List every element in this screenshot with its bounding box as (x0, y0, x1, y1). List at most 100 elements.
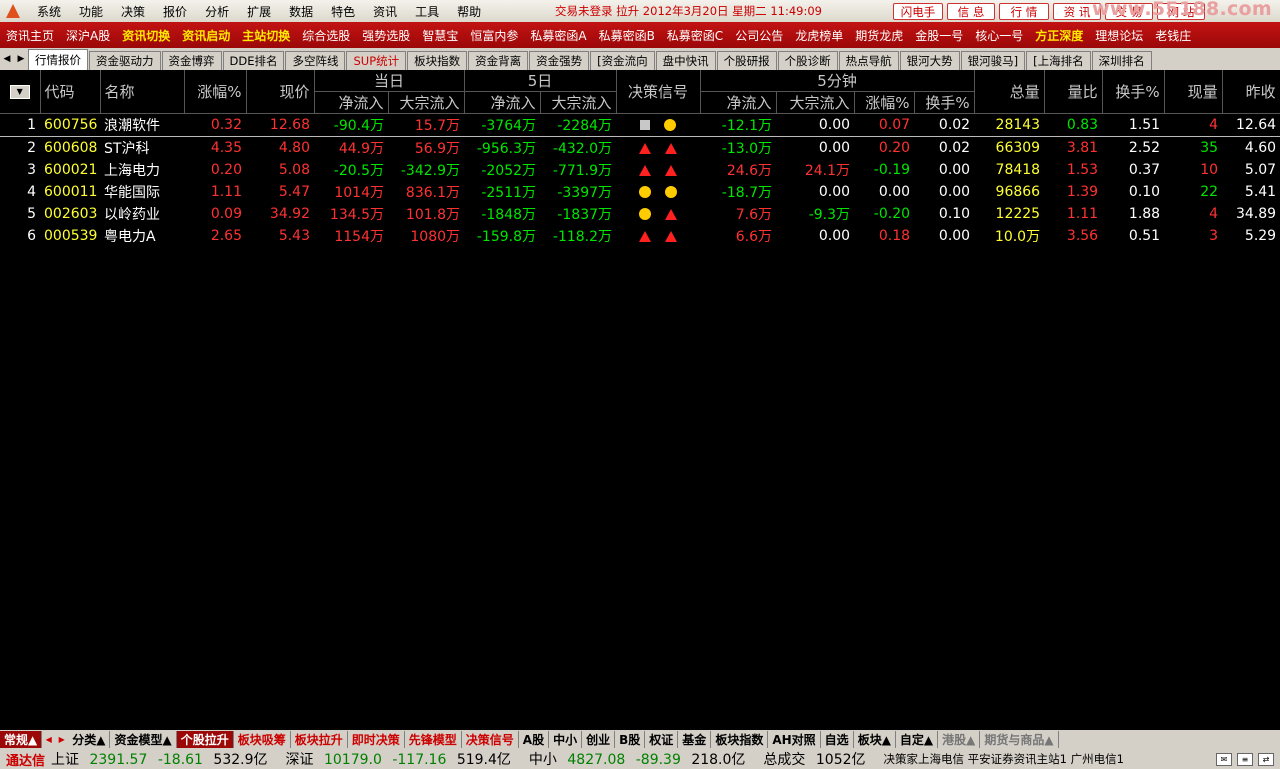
category-tab[interactable]: 常规▲ (0, 731, 43, 748)
toolbar-item[interactable]: 资讯启动 (176, 27, 236, 44)
index-sz[interactable]: 深证 10179.0 -117.16 519.4亿 (286, 749, 517, 769)
tab-item[interactable]: [资金流向 (590, 51, 655, 70)
col-prev-close[interactable]: 昨收 (1222, 70, 1280, 114)
tab-item[interactable]: 资金强势 (529, 51, 590, 70)
sort-dropdown-icon[interactable]: ▼ (9, 85, 30, 99)
toolbar-item[interactable]: 方正深度 (1029, 27, 1089, 44)
category-tab[interactable]: 自定▲ (896, 731, 939, 748)
category-tab[interactable]: 创业 (582, 731, 616, 748)
menu-item[interactable]: 分析 (196, 3, 238, 20)
col-5m-turnover[interactable]: 换手% (914, 91, 975, 114)
tab-item[interactable]: 板块指数 (407, 51, 468, 70)
col-name[interactable]: 名称 (100, 70, 185, 114)
col-price[interactable]: 现价 (246, 70, 315, 114)
table-row[interactable]: 3 600021 上海电力 0.20 5.08 -20.5万 -342.9万 -2052万 -7… (0, 159, 1280, 181)
tab-item[interactable]: SUP统计 (346, 51, 407, 70)
tab-item[interactable]: 盘中快讯 (655, 51, 716, 70)
connection-icon[interactable]: ⇄ (1258, 752, 1274, 766)
col-5m-block[interactable]: 大宗流入 (776, 91, 855, 114)
col-code[interactable]: 代码 (40, 70, 101, 114)
col-5d-block[interactable]: 大宗流入 (540, 91, 617, 114)
table-row[interactable]: 1 600756 浪潮软件 0.32 12.68 -90.4万 15.7万 -3764万 -22… (0, 113, 1280, 137)
toolbar-item[interactable]: 期货龙虎 (849, 27, 909, 44)
tab-item[interactable]: 资金博弈 (161, 51, 222, 70)
tab-item[interactable]: 热点导航 (838, 51, 899, 70)
toolbar-item[interactable]: 公司公告 (729, 27, 789, 44)
toolbar-item[interactable]: 龙虎榜单 (789, 27, 849, 44)
category-tab[interactable]: 个股拉升 (176, 731, 234, 748)
toolbar-item[interactable]: 智慧宝 (416, 27, 464, 44)
toolbar-item[interactable]: 恒富内参 (464, 27, 524, 44)
col-5m-net[interactable]: 净流入 (700, 91, 777, 114)
quick-button[interactable]: 信 息 (947, 3, 995, 20)
tab-item[interactable]: 资金背离 (468, 51, 529, 70)
menu-item[interactable]: 数据 (280, 3, 322, 20)
menu-item[interactable]: 报价 (154, 3, 196, 20)
toolbar-item[interactable]: 核心一号 (969, 27, 1029, 44)
tab-item[interactable]: [上海排名 (1026, 51, 1091, 70)
menu-item[interactable]: 帮助 (448, 3, 490, 20)
col-change[interactable]: 涨幅% (184, 70, 247, 114)
menu-item[interactable]: 功能 (70, 3, 112, 20)
toolbar-item[interactable]: 深沪A股 (60, 27, 116, 44)
table-row[interactable]: 2 600608 ST沪科 4.35 4.80 44.9万 56.9万 -956.3万 -432… (0, 137, 1280, 160)
col-day-net[interactable]: 净流入 (314, 91, 389, 114)
index-zx[interactable]: 中小 4827.08 -89.39 218.0亿 (529, 749, 752, 769)
table-row[interactable]: 6 000539 粤电力A 2.65 5.43 1154万 1080万 -159.8万 -118… (0, 225, 1280, 247)
category-tab[interactable]: 中小 (549, 731, 583, 748)
index-sh[interactable]: 上证 2391.57 -18.61 532.9亿 (51, 749, 274, 769)
menu-item[interactable]: 系统 (28, 3, 70, 20)
tab-item[interactable]: 个股诊断 (777, 51, 838, 70)
table-row[interactable]: 4 600011 华能国际 1.11 5.47 1014万 836.1万 -2511万 -339… (0, 181, 1280, 203)
category-scroll-arrows[interactable]: ◀ ▶ (42, 735, 68, 744)
tab-item[interactable]: 资金驱动力 (89, 51, 161, 70)
col-cur-vol[interactable]: 现量 (1164, 70, 1223, 114)
arrow-right-icon[interactable]: ▶ (18, 54, 25, 64)
menu-item[interactable]: 工具 (406, 3, 448, 20)
toolbar-item[interactable]: 金股一号 (909, 27, 969, 44)
category-tab[interactable]: 自选 (821, 731, 854, 748)
category-tab[interactable]: 板块▲ (854, 731, 896, 748)
news-icon[interactable]: ≡ (1237, 752, 1253, 766)
menu-item[interactable]: 特色 (322, 3, 364, 20)
col-vol-ratio[interactable]: 量比 (1044, 70, 1103, 114)
toolbar-item[interactable]: 资讯主页 (0, 27, 60, 44)
menu-item[interactable]: 决策 (112, 3, 154, 20)
mail-icon[interactable]: ✉ (1216, 752, 1232, 766)
category-tab[interactable]: 先锋模型 (405, 731, 462, 748)
arrow-left-icon[interactable]: ◀ (4, 54, 11, 64)
category-tab[interactable]: 决策信号 (462, 731, 519, 748)
category-tab[interactable]: 资金模型▲ (110, 731, 177, 748)
category-tab[interactable]: 基金 (678, 731, 712, 748)
category-tab[interactable]: 港股▲ (938, 731, 981, 748)
category-tab[interactable]: AH对照 (768, 731, 821, 748)
toolbar-item[interactable]: 老钱庄 (1149, 27, 1197, 44)
tab-item[interactable]: 银河大势 (899, 51, 960, 70)
col-signal[interactable]: 决策信号 (616, 70, 701, 114)
category-tab[interactable]: 分类▲ (68, 731, 111, 748)
col-volume[interactable]: 总量 (974, 70, 1045, 114)
arrow-left-icon[interactable]: ◀ (46, 735, 52, 744)
toolbar-item[interactable]: 理想论坛 (1089, 27, 1149, 44)
category-tab[interactable]: 即时决策 (348, 731, 405, 748)
category-tab[interactable]: 板块拉升 (291, 731, 348, 748)
quick-button[interactable]: 闪电手 (893, 3, 943, 20)
table-row[interactable]: 5 002603 以岭药业 0.09 34.92 134.5万 101.8万 -1848万 -1… (0, 203, 1280, 225)
tab-scroll-arrows[interactable]: ◀ ▶ (0, 48, 28, 70)
col-5m-change[interactable]: 涨幅% (854, 91, 915, 114)
toolbar-item[interactable]: 资讯切换 (116, 27, 176, 44)
col-day-block[interactable]: 大宗流入 (388, 91, 465, 114)
toolbar-item[interactable]: 私募密函C (661, 27, 729, 44)
toolbar-item[interactable]: 综合选股 (296, 27, 356, 44)
category-tab[interactable]: 期货与商品▲ (980, 731, 1059, 748)
sort-header[interactable]: ▼ (0, 70, 41, 114)
tab-item[interactable]: 多空阵线 (285, 51, 346, 70)
server-list[interactable]: 决策家上海电信 平安证券资讯主站1 广州电信1 (884, 751, 1124, 767)
tab-item[interactable]: 深圳排名 (1091, 51, 1152, 70)
toolbar-item[interactable]: 私募密函A (524, 27, 592, 44)
arrow-right-icon[interactable]: ▶ (59, 735, 65, 744)
tab-item[interactable]: 行情报价 (28, 49, 88, 70)
category-tab[interactable]: 板块指数 (711, 731, 769, 748)
col-turnover[interactable]: 换手% (1102, 70, 1165, 114)
tab-item[interactable]: 个股研报 (716, 51, 777, 70)
